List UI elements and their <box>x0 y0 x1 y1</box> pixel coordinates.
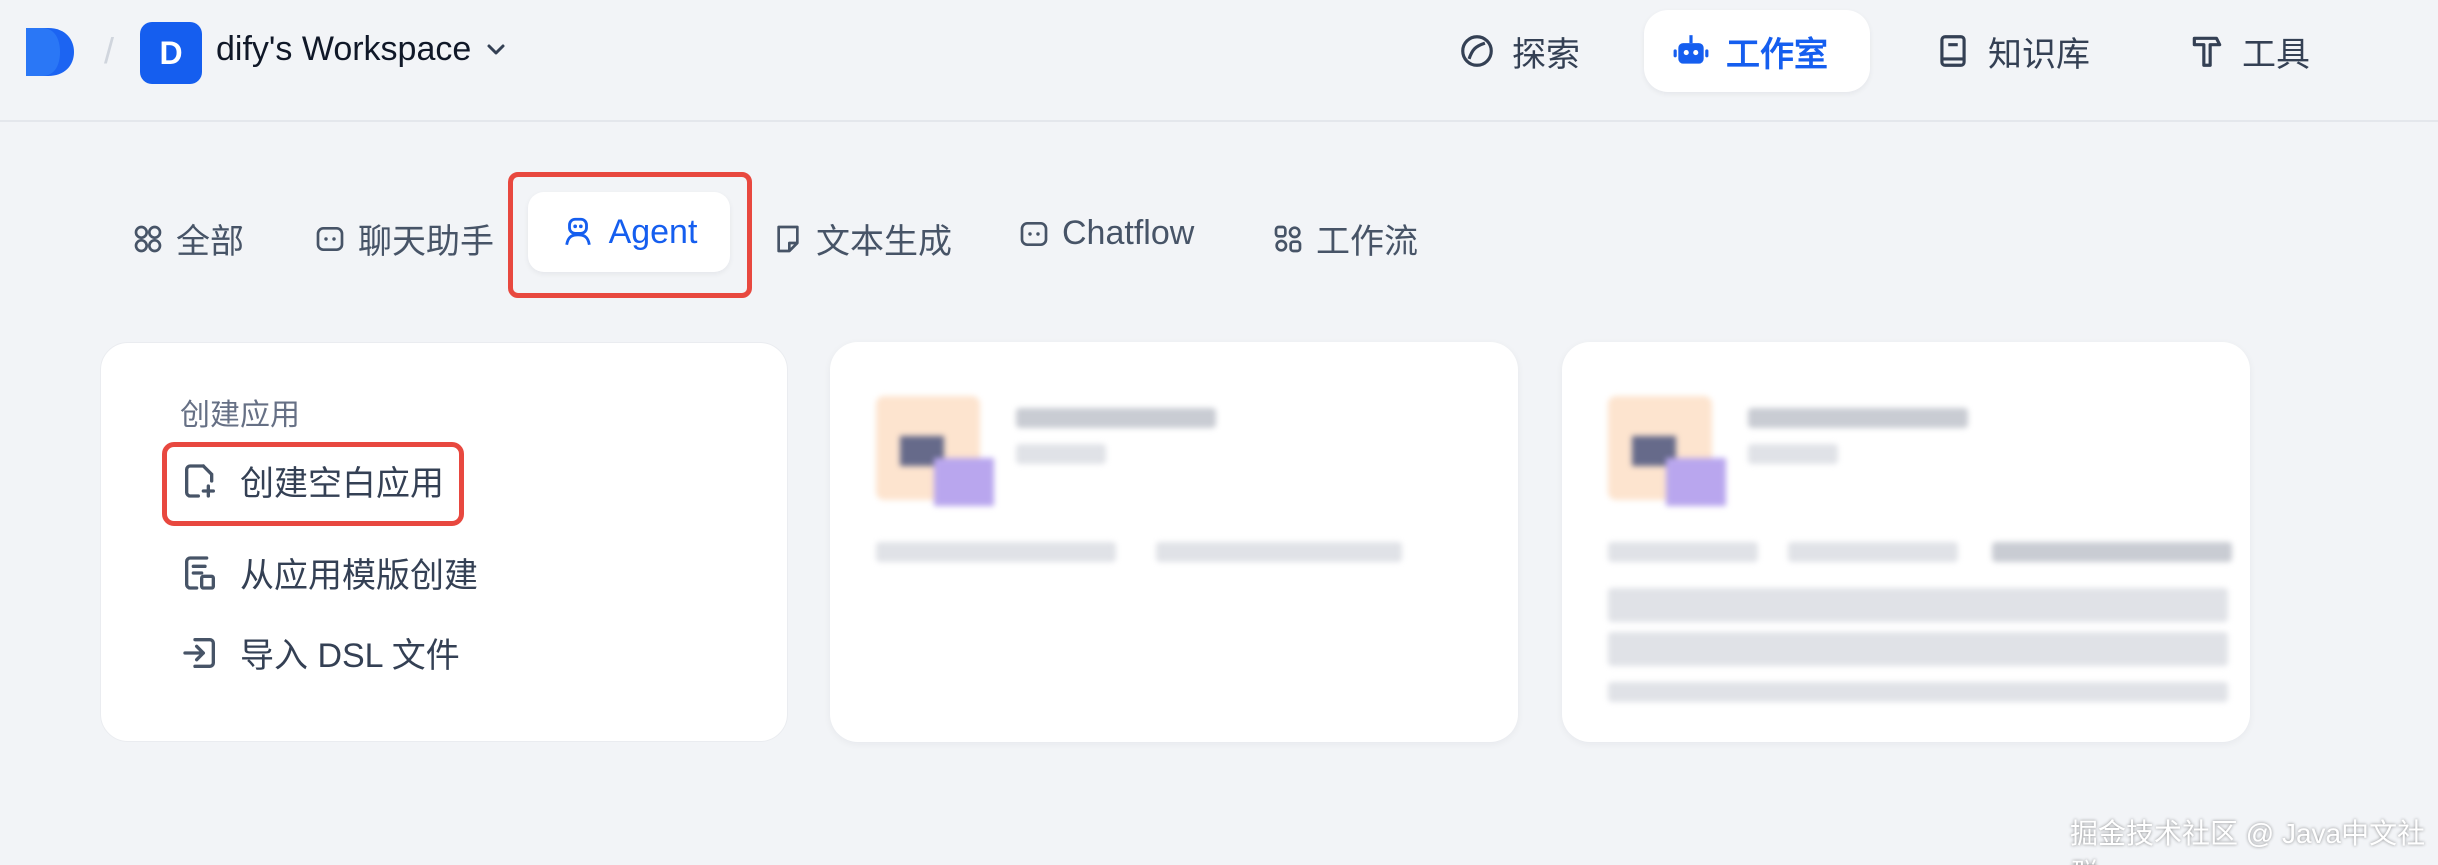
tab-chat-assistant[interactable]: 聊天助手 <box>314 214 494 263</box>
tab-agent-label: Agent <box>608 212 698 251</box>
app-avatar-detail <box>1666 458 1726 506</box>
app-type-placeholder <box>1016 444 1106 464</box>
app-avatar-detail <box>934 458 994 506</box>
app-name-placeholder <box>1016 408 1216 428</box>
app-desc-placeholder <box>876 542 1116 562</box>
nav-explore-label: 探索 <box>1512 35 1580 74</box>
tab-text-label: 文本生成 <box>816 223 952 261</box>
chat-bot-icon <box>316 226 344 251</box>
watermark-text: 掘金技术社区 @ Java中文社群 <box>2070 818 2426 865</box>
chat-bot-icon <box>1020 221 1048 246</box>
tab-chat-label: 聊天助手 <box>358 223 494 261</box>
robot-icon <box>1673 35 1709 64</box>
app-desc-placeholder <box>1788 542 1958 562</box>
tab-workflow-label: 工作流 <box>1316 223 1418 261</box>
note-icon <box>777 225 799 252</box>
dify-logo-icon[interactable] <box>24 26 76 78</box>
app-desc-placeholder <box>1156 542 1402 562</box>
app-card[interactable] <box>830 342 1518 742</box>
tab-all-label: 全部 <box>176 223 244 261</box>
breadcrumb-separator: / <box>104 30 115 71</box>
grid-icon <box>134 225 162 252</box>
app-desc-placeholder <box>1608 542 1758 562</box>
nav-studio-label: 工作室 <box>1726 35 1828 74</box>
create-blank-label: 创建空白应用 <box>240 465 444 503</box>
app-desc-placeholder <box>1608 682 2228 702</box>
create-from-template-button[interactable]: 从应用模版创建 <box>180 548 478 597</box>
tab-all[interactable]: 全部 <box>132 214 244 263</box>
tab-chatflow[interactable]: Chatflow <box>1018 214 1194 253</box>
file-list-icon <box>185 555 215 590</box>
workflow-icon <box>1274 225 1302 252</box>
top-bar: / D dify's Workspace 探索 工作室 知识库 工具 <box>0 0 2438 122</box>
import-icon <box>183 637 215 668</box>
chevron-down-icon[interactable] <box>484 38 508 62</box>
workspace-avatar[interactable]: D <box>140 22 202 84</box>
nav-tools[interactable]: 工具 <box>2160 10 2338 92</box>
nav-explore[interactable]: 探索 <box>1430 10 1608 92</box>
import-dsl-button[interactable]: 导入 DSL 文件 <box>180 628 460 677</box>
book-icon <box>1940 35 1966 67</box>
app-desc-placeholder <box>1992 542 2232 562</box>
compass-icon <box>1461 35 1493 67</box>
agent-icon <box>564 217 591 246</box>
file-plus-icon <box>185 463 215 498</box>
import-dsl-label: 导入 DSL 文件 <box>240 637 460 675</box>
app-type-placeholder <box>1748 444 1838 464</box>
app-desc-placeholder <box>1608 588 2228 622</box>
tab-workflow[interactable]: 工作流 <box>1272 214 1418 263</box>
app-card[interactable] <box>1562 342 2250 742</box>
nav-tools-label: 工具 <box>2242 35 2310 74</box>
app-name-placeholder <box>1748 408 1968 428</box>
create-app-title: 创建应用 <box>180 399 300 432</box>
app-desc-placeholder <box>1608 632 2228 666</box>
tab-chatflow-label: Chatflow <box>1062 214 1195 252</box>
nav-knowledge[interactable]: 知识库 <box>1906 10 2118 92</box>
nav-studio[interactable]: 工作室 <box>1644 10 1870 92</box>
tab-agent[interactable]: Agent <box>528 192 730 272</box>
create-blank-app-button[interactable]: 创建空白应用 <box>180 456 444 505</box>
tab-text-generation[interactable]: 文本生成 <box>772 214 952 263</box>
nav-knowledge-label: 知识库 <box>1988 35 2090 74</box>
hammer-icon <box>2192 36 2222 67</box>
create-template-label: 从应用模版创建 <box>240 557 478 595</box>
workspace-name[interactable]: dify's Workspace <box>216 30 471 69</box>
